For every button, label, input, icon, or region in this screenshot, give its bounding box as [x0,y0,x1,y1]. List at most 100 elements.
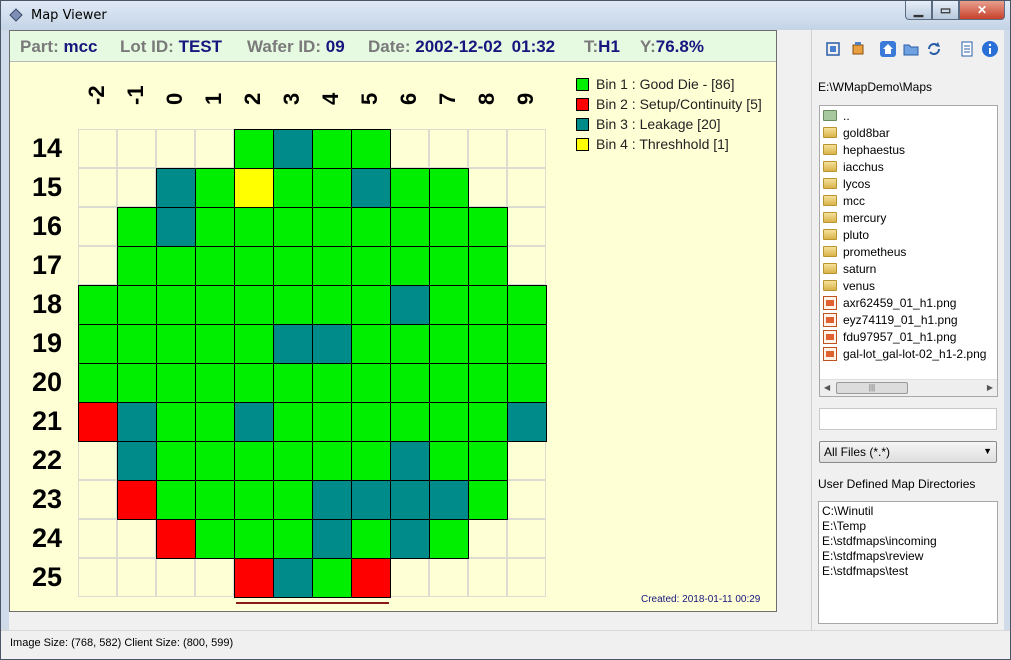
die-bin-1[interactable] [234,519,274,559]
die-bin-1[interactable] [312,168,352,208]
die-bin-1[interactable] [234,285,274,325]
die-bin-1[interactable] [429,168,469,208]
die-bin-1[interactable] [234,441,274,481]
die-bin-1[interactable] [312,441,352,481]
die-bin-1[interactable] [468,246,508,286]
die-bin-3[interactable] [507,402,547,442]
die-bin-1[interactable] [429,402,469,442]
list-item[interactable]: gold8bar [823,124,890,141]
document-button[interactable] [957,40,977,60]
die-bin-3[interactable] [312,519,352,559]
die-bin-1[interactable] [507,324,547,364]
list-item[interactable]: gal-lot_gal-lot-02_h1-2.png [823,345,986,362]
die-bin-1[interactable] [78,363,118,403]
die-bin-1[interactable] [351,402,391,442]
die-bin-1[interactable] [234,246,274,286]
die-bin-1[interactable] [351,246,391,286]
die-bin-1[interactable] [429,207,469,247]
die-bin-1[interactable] [429,285,469,325]
list-item[interactable]: eyz74119_01_h1.png [823,311,958,328]
list-item[interactable]: iacchus [823,158,884,175]
list-item[interactable]: axr62459_01_h1.png [823,294,956,311]
die-bin-1[interactable] [390,246,430,286]
die-bin-1[interactable] [312,129,352,169]
die-bin-1[interactable] [390,324,430,364]
list-item[interactable]: lycos [823,175,870,192]
refresh-button[interactable] [924,40,944,60]
open-folder-button[interactable] [901,40,921,60]
die-bin-1[interactable] [234,207,274,247]
list-item[interactable]: .. [823,107,850,124]
die-bin-1[interactable] [195,246,235,286]
die-bin-1[interactable] [117,285,157,325]
die-bin-1[interactable] [273,402,313,442]
die-bin-1[interactable] [390,168,430,208]
die-bin-1[interactable] [312,402,352,442]
list-item[interactable]: prometheus [823,243,906,260]
die-bin-1[interactable] [429,324,469,364]
die-bin-3[interactable] [351,168,391,208]
die-bin-1[interactable] [468,285,508,325]
die-bin-2[interactable] [117,480,157,520]
die-bin-3[interactable] [117,402,157,442]
fit-view-button[interactable] [823,40,843,60]
list-item[interactable]: mcc [823,192,865,209]
die-bin-1[interactable] [234,324,274,364]
die-bin-1[interactable] [273,441,313,481]
die-bin-1[interactable] [468,402,508,442]
die-bin-3[interactable] [273,558,313,598]
scroll-left-icon[interactable]: ◀ [824,383,830,392]
die-bin-3[interactable] [390,519,430,559]
die-bin-1[interactable] [351,441,391,481]
list-item[interactable]: C:\Winutil [822,504,873,518]
die-bin-1[interactable] [351,207,391,247]
die-bin-1[interactable] [156,480,196,520]
die-bin-3[interactable] [156,207,196,247]
scroll-right-icon[interactable]: ▶ [987,383,993,392]
die-bin-1[interactable] [195,207,235,247]
list-item[interactable]: mercury [823,209,886,226]
die-bin-1[interactable] [390,402,430,442]
die-bin-4[interactable] [234,168,274,208]
die-bin-2[interactable] [234,558,274,598]
die-bin-2[interactable] [78,402,118,442]
die-bin-1[interactable] [234,363,274,403]
list-item[interactable]: E:\stdfmaps\test [822,564,908,578]
list-item[interactable]: saturn [823,260,876,277]
scrollbar-thumb[interactable]: ||| [836,382,908,394]
list-item[interactable]: E:\stdfmaps\incoming [822,534,937,548]
die-bin-1[interactable] [273,168,313,208]
die-bin-1[interactable] [78,285,118,325]
die-bin-3[interactable] [312,324,352,364]
die-bin-1[interactable] [195,402,235,442]
die-bin-1[interactable] [468,324,508,364]
die-bin-1[interactable] [195,168,235,208]
die-bin-1[interactable] [195,480,235,520]
die-bin-1[interactable] [273,207,313,247]
die-bin-1[interactable] [156,285,196,325]
die-bin-1[interactable] [117,246,157,286]
list-item[interactable]: E:\stdfmaps\review [822,549,923,563]
file-list[interactable]: .. gold8bar hephaestus iacchus lycos mcc… [819,105,998,397]
minimize-button[interactable]: ▁ [905,1,932,20]
die-bin-3[interactable] [273,324,313,364]
die-bin-3[interactable] [390,441,430,481]
die-bin-1[interactable] [195,363,235,403]
home-button[interactable] [878,40,898,60]
die-bin-1[interactable] [273,480,313,520]
die-bin-1[interactable] [156,363,196,403]
die-bin-1[interactable] [195,519,235,559]
list-item[interactable]: fdu97957_01_h1.png [823,328,956,345]
die-bin-1[interactable] [156,324,196,364]
close-button[interactable]: ✕ [959,1,1005,20]
die-bin-1[interactable] [195,441,235,481]
die-bin-1[interactable] [507,363,547,403]
die-bin-1[interactable] [273,246,313,286]
die-bin-1[interactable] [195,285,235,325]
maximize-button[interactable]: ▭ [932,1,959,20]
die-bin-1[interactable] [468,480,508,520]
list-item[interactable]: pluto [823,226,869,243]
user-dirs-list[interactable]: C:\Winutil E:\Temp E:\stdfmaps\incoming … [818,501,998,624]
die-bin-1[interactable] [117,207,157,247]
title-bar[interactable]: Map Viewer ▁ ▭ ✕ [1,1,1010,30]
